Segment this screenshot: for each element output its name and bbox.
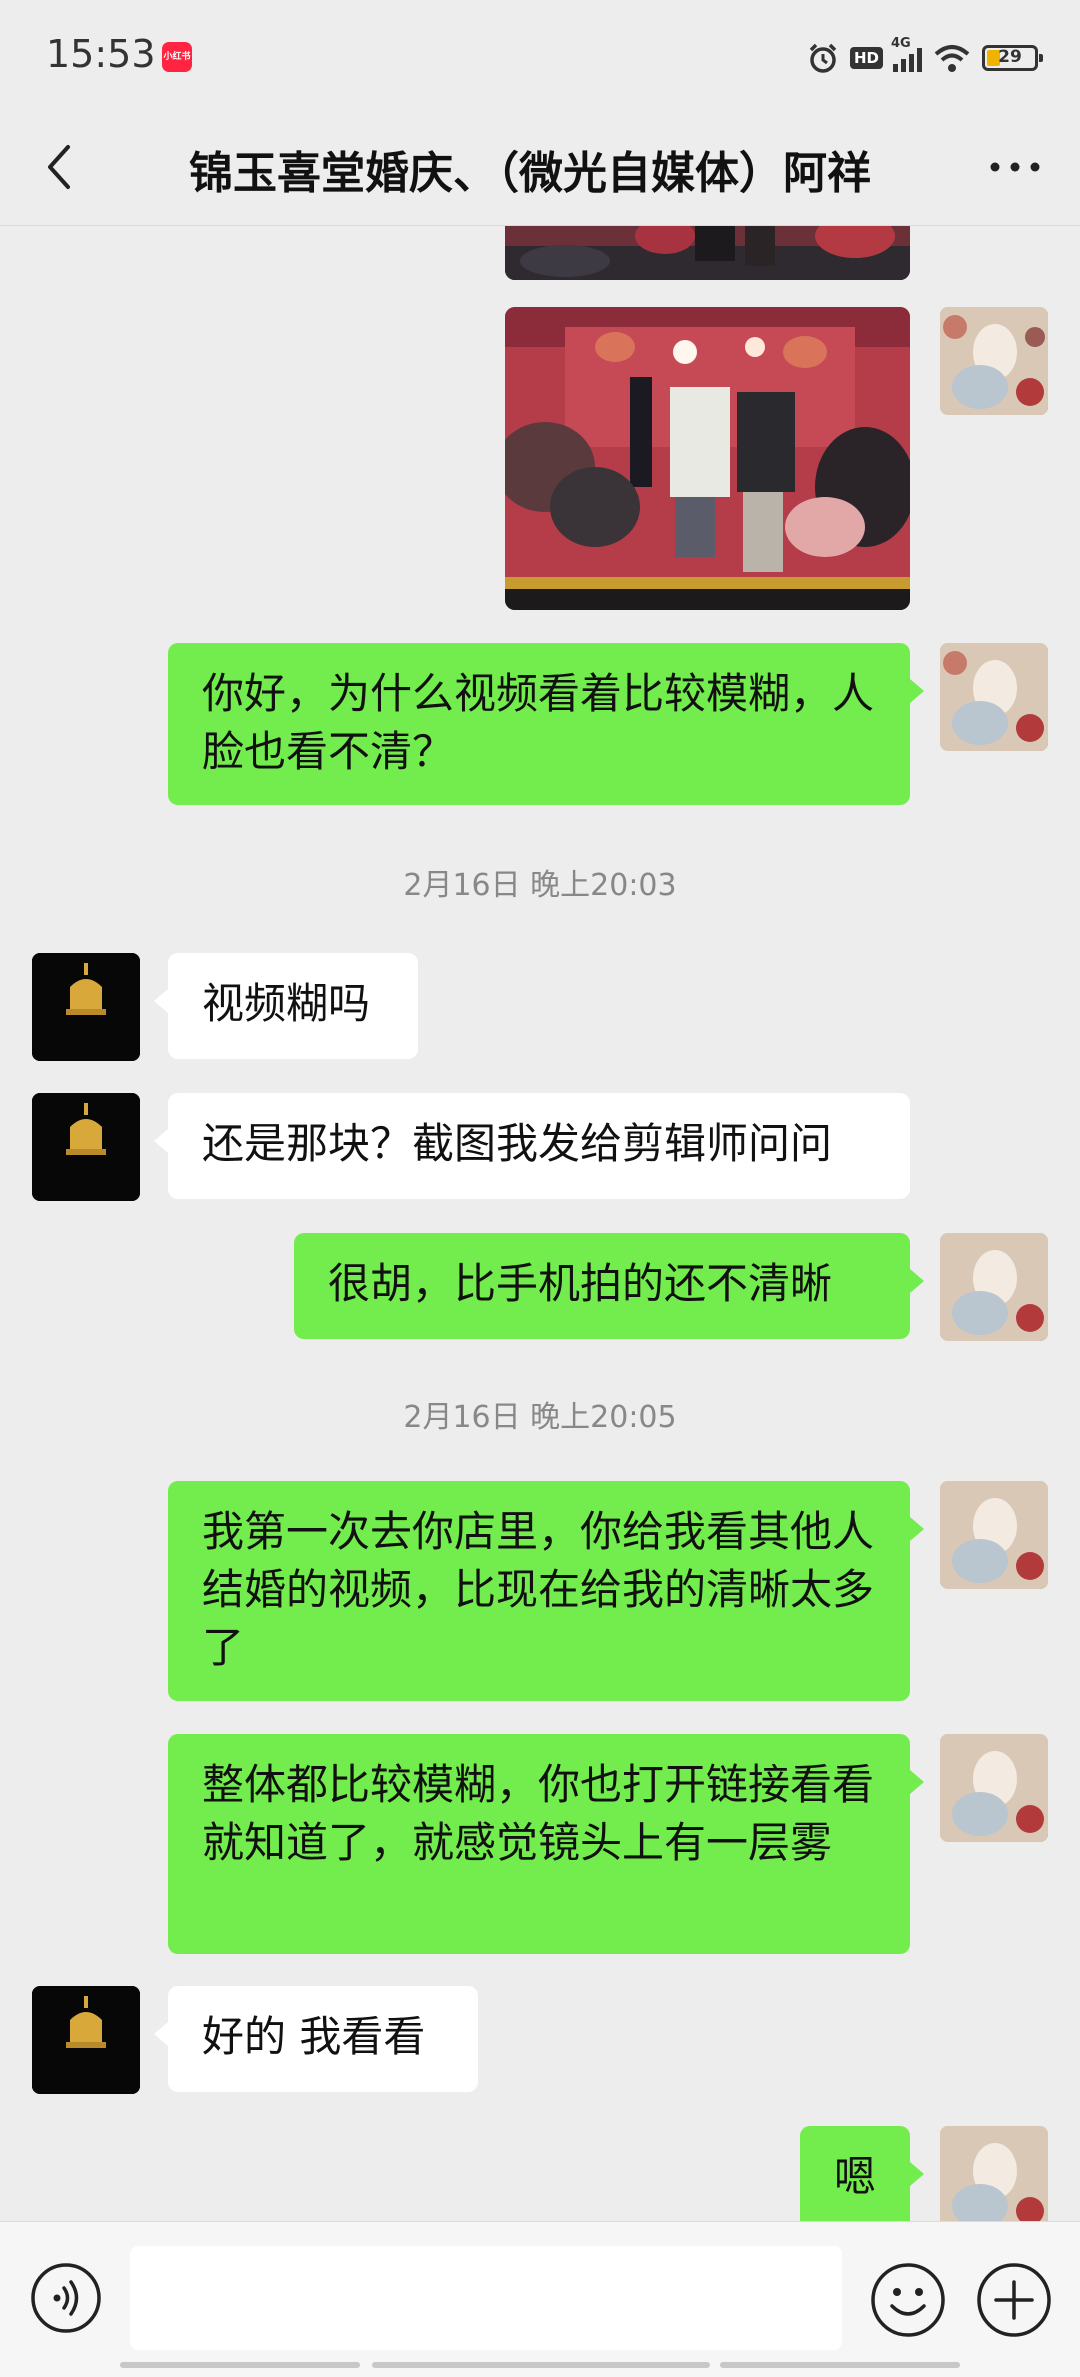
message-text: 好的 我看看: [202, 2012, 426, 2061]
plus-icon[interactable]: [976, 2262, 1052, 2338]
my-avatar[interactable]: [940, 307, 1048, 415]
message-list[interactable]: 你好，为什么视频看着比较模糊，人脸也看不清？ 2月16日 晚上20:03 视频糊…: [0, 226, 1080, 2221]
image-message-partial[interactable]: [505, 226, 910, 280]
battery-icon: 29: [982, 45, 1043, 71]
wifi-icon: [934, 45, 970, 72]
my-avatar[interactable]: [940, 2126, 1048, 2221]
joyhoo-logo: [32, 1093, 140, 1201]
message-bubble-received[interactable]: 视频糊吗: [154, 953, 418, 1059]
avatar-image: [940, 1734, 1048, 1842]
avatar-image: [940, 643, 1048, 751]
message-text: 整体都比较模糊，你也打开链接看看就知道了，就感觉镜头上有一层雾: [202, 1760, 875, 1867]
timestamp: 2月16日 晚上20:05: [403, 1400, 677, 1435]
my-avatar[interactable]: [940, 1233, 1048, 1341]
message-bubble-sent[interactable]: 整体都比较模糊，你也打开链接看看就知道了，就感觉镜头上有一层雾: [168, 1734, 924, 1954]
chevron-left-icon[interactable]: [32, 137, 92, 197]
wedding-photo-thumbnail: [505, 226, 910, 280]
status-time: 15:53: [46, 32, 156, 76]
message-bubble-received[interactable]: 还是那块？截图我发给剪辑师问问: [154, 1093, 910, 1199]
message-text: 视频糊吗: [202, 979, 371, 1028]
voice-icon[interactable]: [30, 2262, 102, 2334]
message-text: 我第一次去你店里，你给我看其他人结婚的视频，比现在给我的清晰太多了: [202, 1507, 875, 1672]
gesture-bar-segment: [720, 2362, 960, 2368]
chat-title: 锦玉喜堂婚庆、（微光自媒体）阿祥: [189, 148, 871, 199]
image-message[interactable]: [505, 307, 910, 610]
emoji-icon[interactable]: [870, 2262, 946, 2338]
contact-avatar[interactable]: [32, 1093, 140, 1201]
timestamp: 2月16日 晚上20:03: [403, 868, 677, 903]
alarm-icon: [809, 43, 837, 73]
status-icons: HD 4G 29: [806, 36, 1043, 78]
my-avatar[interactable]: [940, 643, 1048, 751]
message-text: 还是那块？截图我发给剪辑师问问: [202, 1119, 833, 1168]
avatar-image: [940, 1481, 1048, 1589]
avatar-image: [940, 1233, 1048, 1341]
joyhoo-logo: [32, 953, 140, 1061]
input-bar: [0, 2221, 1080, 2377]
message-bubble-sent[interactable]: 我第一次去你店里，你给我看其他人结婚的视频，比现在给我的清晰太多了: [168, 1481, 924, 1701]
status-bar: 15:53 小红书 HD 4G 29: [0, 0, 1080, 115]
message-bubble-sent[interactable]: 你好，为什么视频看着比较模糊，人脸也看不清？: [168, 643, 924, 805]
message-text: 你好，为什么视频看着比较模糊，人脸也看不清？: [202, 669, 875, 776]
my-avatar[interactable]: [940, 1734, 1048, 1842]
my-avatar[interactable]: [940, 1481, 1048, 1589]
signal-icon: 4G: [891, 36, 922, 72]
contact-avatar[interactable]: [32, 1986, 140, 2094]
contact-avatar[interactable]: [32, 953, 140, 1061]
message-input[interactable]: [130, 2246, 842, 2350]
chat-header: 锦玉喜堂婚庆、（微光自媒体）阿祥: [0, 115, 1080, 226]
gesture-bar-segment: [372, 2362, 710, 2368]
network-label: 4G: [891, 36, 911, 51]
joyhoo-logo: [32, 1986, 140, 2094]
battery-percent: 29: [998, 47, 1022, 67]
message-bubble-sent[interactable]: 嗯: [800, 2126, 924, 2221]
hd-badge: HD: [849, 47, 883, 69]
gesture-bar-segment: [120, 2362, 360, 2368]
avatar-image: [940, 307, 1048, 415]
message-text: 很胡，比手机拍的还不清晰: [328, 1259, 833, 1308]
xiaohongshu-notification-icon: 小红书: [162, 42, 192, 72]
message-bubble-sent[interactable]: 很胡，比手机拍的还不清晰: [294, 1233, 924, 1339]
message-text: 嗯: [834, 2152, 877, 2201]
message-bubble-received[interactable]: 好的 我看看: [154, 1986, 478, 2092]
avatar-image: [940, 2126, 1048, 2221]
wedding-stage-photo: [505, 307, 910, 610]
more-dots-icon[interactable]: [980, 137, 1050, 197]
